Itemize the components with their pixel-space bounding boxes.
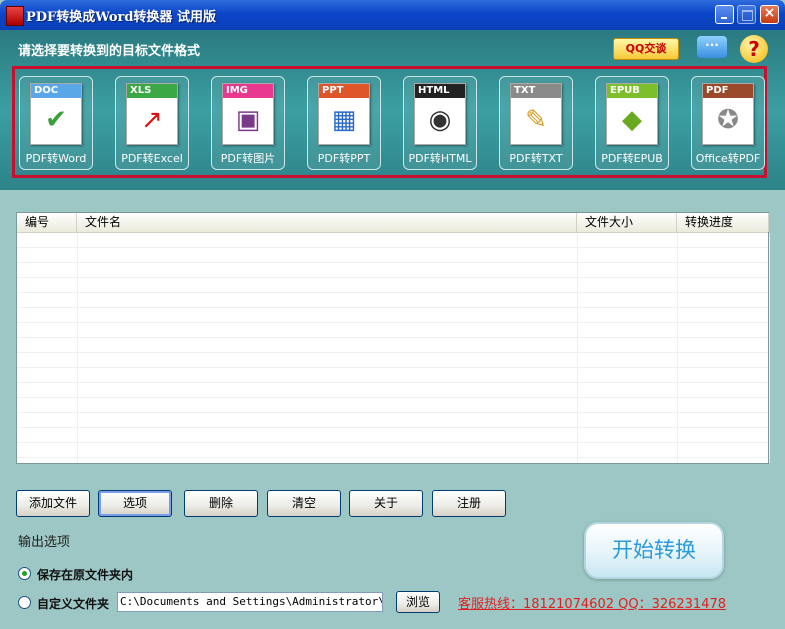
add-file-button[interactable]: 添加文件: [16, 490, 90, 517]
format-tag: DOC: [31, 84, 81, 98]
grid-line: [77, 233, 78, 463]
chat-icon[interactable]: ···: [697, 36, 727, 58]
txt-file-icon: TXT ✎: [510, 83, 562, 145]
maximize-button[interactable]: [737, 5, 756, 24]
format-tag: TXT: [511, 84, 561, 98]
options-button[interactable]: 选项: [98, 490, 172, 517]
format-label: Office转PDF: [695, 152, 761, 165]
format-tag: XLS: [127, 84, 177, 98]
minimize-icon: [721, 17, 727, 19]
epub-file-icon: EPUB ◆: [606, 83, 658, 145]
format-tag: EPUB: [607, 84, 657, 98]
format-label: PDF转PPT: [317, 152, 371, 165]
close-icon: ×: [763, 5, 776, 21]
globe-icon: ◉: [428, 105, 452, 135]
format-tag: HTML: [415, 84, 465, 98]
grid-line: [769, 233, 770, 463]
ppt-file-icon: PPT ▦: [318, 83, 370, 145]
column-filename[interactable]: 文件名: [77, 213, 577, 232]
chart-arrow-icon: ↗: [141, 105, 163, 135]
delete-button[interactable]: 删除: [184, 490, 258, 517]
xls-file-icon: XLS ↗: [126, 83, 178, 145]
title-bar: PDF转换成Word转换器 试用版 ×: [0, 0, 785, 30]
format-label: PDF转TXT: [509, 152, 563, 165]
format-image-button[interactable]: IMG ▣ PDF转图片: [211, 76, 285, 170]
format-excel-button[interactable]: XLS ↗ PDF转Excel: [115, 76, 189, 170]
format-prompt: 请选择要转换到的目标文件格式: [18, 44, 201, 59]
format-label: PDF转HTML: [408, 152, 472, 165]
app-icon: [6, 6, 24, 26]
file-list-body: [17, 233, 768, 463]
format-ppt-button[interactable]: PPT ▦ PDF转PPT: [307, 76, 381, 170]
format-epub-button[interactable]: EPUB ◆ PDF转EPUB: [595, 76, 669, 170]
clear-button[interactable]: 清空: [267, 490, 341, 517]
minimize-button[interactable]: [715, 5, 734, 24]
grid-line: [577, 233, 578, 463]
output-path-field[interactable]: C:\Documents and Settings\Administrator\…: [117, 592, 383, 612]
custom-folder-radio[interactable]: [18, 596, 31, 609]
format-word-button[interactable]: DOC ✔ PDF转Word: [19, 76, 93, 170]
format-tag: PPT: [319, 84, 369, 98]
help-icon[interactable]: ?: [740, 35, 768, 63]
pdf-file-icon: PDF ✪: [702, 83, 754, 145]
format-office-pdf-button[interactable]: PDF ✪ Office转PDF: [691, 76, 765, 170]
window-title: PDF转换成Word转换器 试用版: [26, 10, 216, 25]
format-txt-button[interactable]: TXT ✎ PDF转TXT: [499, 76, 573, 170]
format-label: PDF转EPUB: [601, 152, 663, 165]
grid-line: [677, 233, 678, 463]
output-options-title: 输出选项: [18, 535, 71, 550]
html-file-icon: HTML ◉: [414, 83, 466, 145]
picture-icon: ▣: [235, 105, 261, 135]
close-button[interactable]: ×: [760, 5, 779, 24]
column-progress[interactable]: 转换进度: [677, 213, 769, 232]
save-original-label[interactable]: 保存在原文件夹内: [37, 566, 133, 583]
format-panel: DOC ✔ PDF转Word XLS ↗ PDF转Excel IMG ▣ PDF…: [12, 66, 767, 178]
acrobat-icon: ✪: [717, 105, 739, 135]
column-index[interactable]: 编号: [17, 213, 77, 232]
register-button[interactable]: 注册: [432, 490, 506, 517]
pencil-icon: ✎: [525, 105, 547, 135]
start-convert-button[interactable]: 开始转换: [584, 522, 724, 579]
file-list[interactable]: 编号 文件名 文件大小 转换进度: [16, 212, 770, 464]
format-tag: IMG: [223, 84, 273, 98]
hotline-link[interactable]: 客服热线：18121074602 QQ：326231478: [458, 593, 726, 612]
format-banner: 请选择要转换到的目标文件格式 QQ交谈 ··· ? DOC ✔ PDF转Word…: [0, 30, 785, 190]
img-file-icon: IMG ▣: [222, 83, 274, 145]
format-label: PDF转Excel: [121, 152, 183, 165]
format-tag: PDF: [703, 84, 753, 98]
format-label: PDF转图片: [220, 152, 276, 165]
file-list-header: 编号 文件名 文件大小 转换进度: [17, 213, 769, 233]
slide-icon: ▦: [331, 105, 357, 135]
qq-chat-button[interactable]: QQ交谈: [613, 38, 679, 60]
column-filesize[interactable]: 文件大小: [577, 213, 677, 232]
browse-button[interactable]: 浏览: [396, 591, 440, 613]
custom-folder-label[interactable]: 自定义文件夹: [37, 595, 109, 612]
maximize-icon: [742, 10, 753, 21]
format-html-button[interactable]: HTML ◉ PDF转HTML: [403, 76, 477, 170]
about-button[interactable]: 关于: [349, 490, 423, 517]
epub-diamond-icon: ◆: [622, 105, 642, 135]
save-original-radio[interactable]: [18, 567, 31, 580]
format-label: PDF转Word: [25, 152, 87, 165]
check-icon: ✔: [45, 105, 67, 135]
doc-file-icon: DOC ✔: [30, 83, 82, 145]
